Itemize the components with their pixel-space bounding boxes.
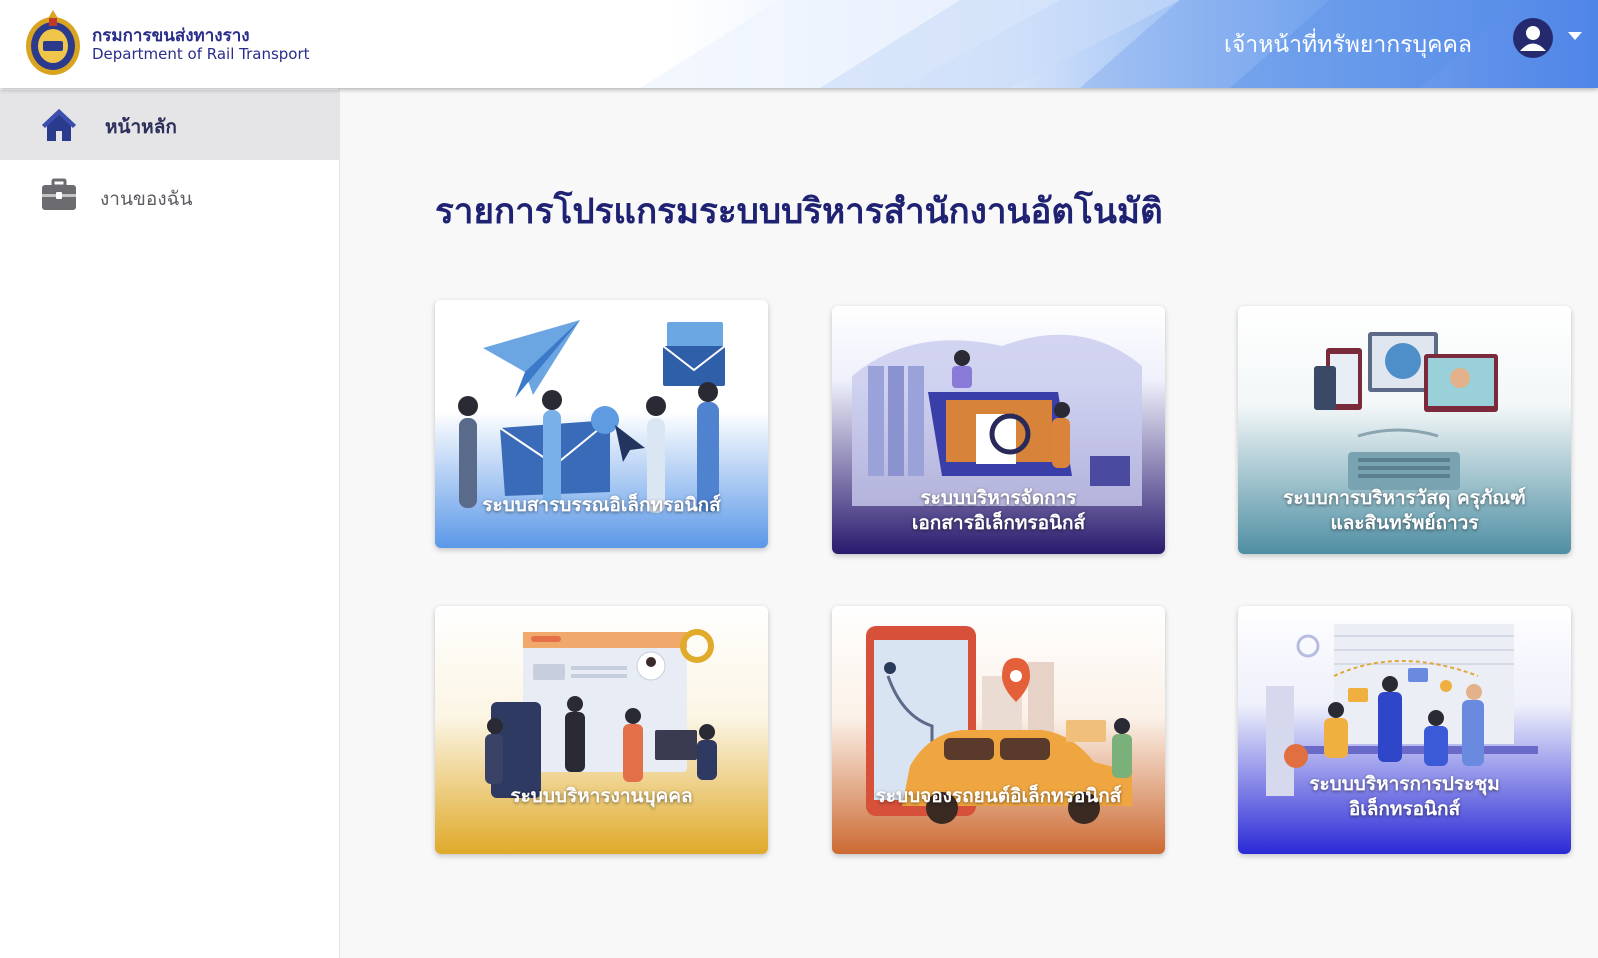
org-name-english: Department of Rail Transport — [92, 45, 310, 63]
card-title: ระบบบริหารการประชุม — [1309, 773, 1500, 795]
card-meeting-management-system[interactable]: ระบบบริหารการประชุม อิเล็กทรอนิกส์ — [1238, 606, 1571, 854]
briefcase-icon — [42, 178, 76, 210]
vehicle-booking-illustration — [832, 606, 1165, 854]
user-avatar[interactable] — [1513, 18, 1553, 58]
sidebar-item-home[interactable]: หน้าหลัก — [0, 90, 340, 160]
card-asset-management-system[interactable]: ระบบการบริหารวัสดุ ครุภัณฑ์ และสินทรัพย์… — [1238, 306, 1571, 554]
card-title-line2: เอกสารอิเล็กทรอนิกส์ — [911, 512, 1086, 534]
sidebar: หน้าหลัก งานของฉัน — [0, 88, 340, 958]
card-title: ระบบบริหารจัดการ — [920, 487, 1077, 509]
card-title: ระบบสารบรรณอิเล็กทรอนิกส์ — [482, 494, 721, 516]
home-icon — [42, 109, 76, 141]
user-icon — [1520, 26, 1546, 51]
card-title-line2: อิเล็กทรอนิกส์ — [1348, 798, 1461, 820]
top-header: กรมการขนส่งทางราง Department of Rail Tra… — [0, 0, 1598, 88]
card-title-line2: และสินทรัพย์ถาวร — [1330, 512, 1479, 534]
sidebar-item-my-work[interactable]: งานของฉัน — [0, 160, 340, 230]
user-role-label[interactable]: เจ้าหน้าที่ทรัพยากรบุคคล — [1224, 27, 1472, 63]
sidebar-item-label: หน้าหลัก — [105, 116, 177, 138]
page-title: รายการโปรแกรมระบบบริหารสำนักงานอัตโนมัติ — [435, 192, 1163, 232]
card-document-management-system[interactable]: ระบบบริหารจัดการ เอกสารอิเล็กทรอนิกส์ — [832, 306, 1165, 554]
card-hr-management-system[interactable]: ระบบบริหารงานบุคคล — [435, 606, 768, 854]
department-logo[interactable] — [24, 8, 82, 76]
card-e-document-system[interactable]: ระบบสารบรรณอิเล็กทรอนิกส์ — [435, 300, 768, 548]
card-title: ระบบการบริหารวัสดุ ครุภัณฑ์ — [1283, 487, 1526, 509]
card-vehicle-booking-system[interactable]: ระบบจองรถยนต์อิเล็กทรอนิกส์ — [832, 606, 1165, 854]
card-title: ระบบจองรถยนต์อิเล็กทรอนิกส์ — [875, 785, 1122, 807]
hr-management-illustration — [435, 606, 768, 854]
caret-down-icon[interactable] — [1568, 32, 1582, 40]
sidebar-item-label: งานของฉัน — [100, 188, 193, 210]
card-title: ระบบบริหารงานบุคคล — [510, 785, 693, 807]
